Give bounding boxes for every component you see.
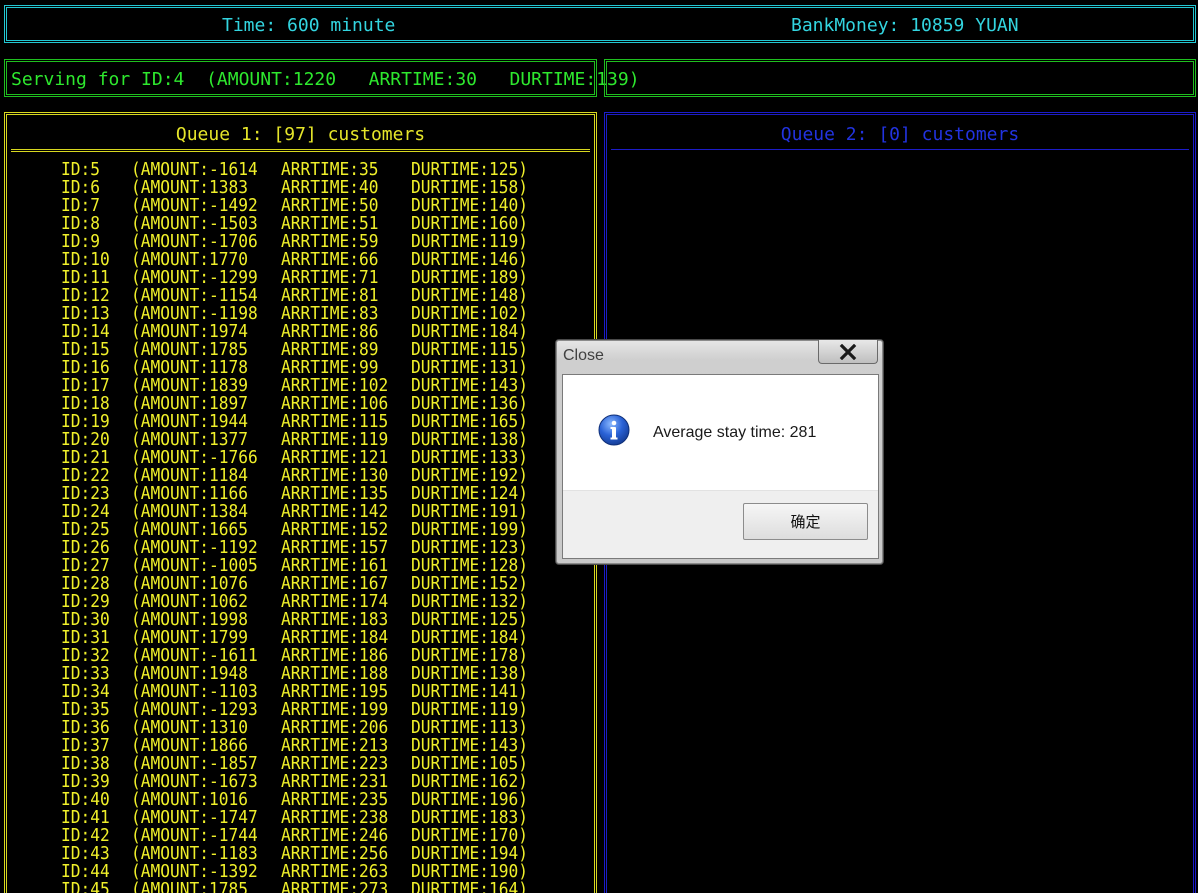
dialog-message: Average stay time: 281 bbox=[653, 424, 817, 441]
message-dialog: Close Average stay time: 281 确定 bbox=[555, 339, 884, 565]
dialog-title: Close bbox=[563, 347, 604, 364]
queue-1-list: ID:5 (AMOUNT:-1614 ARRTIME:35 DURTIME:125) I… bbox=[61, 161, 541, 893]
queue-2-divider bbox=[611, 149, 1189, 152]
ok-button[interactable]: 确定 bbox=[743, 503, 868, 540]
queue-1-divider bbox=[11, 149, 590, 152]
serving-window-2-inner bbox=[606, 61, 1194, 95]
bank-money-readout: BankMoney: 10859 YUAN bbox=[791, 15, 1019, 36]
queue-1-row: ID:45 (AMOUNT:1785 ARRTIME:273 DURTIME:164) bbox=[61, 881, 541, 893]
serving-window-1: Serving for ID:4 (AMOUNT:1220 ARRTIME:30… bbox=[4, 59, 640, 97]
dialog-body: Average stay time: 281 确定 bbox=[562, 374, 879, 559]
time-readout: Time: 600 minute bbox=[222, 15, 396, 36]
status-bar: Time: 600 minute BankMoney: 10859 YUAN bbox=[4, 5, 1196, 43]
info-icon bbox=[598, 414, 630, 446]
serving-customer-text: Serving for ID:4 (AMOUNT:1220 ARRTIME:30… bbox=[11, 69, 640, 90]
customer-id: ID:45 bbox=[61, 879, 110, 893]
serving-window-2 bbox=[604, 59, 1196, 97]
close-icon bbox=[839, 343, 857, 360]
queue-1-title: Queue 1: [97] customers bbox=[175, 124, 426, 145]
queue-1-panel: Queue 1: [97] customers ID:5 (AMOUNT:-161… bbox=[4, 112, 597, 893]
customer-arrtime: ARRTIME:273 bbox=[281, 879, 389, 893]
queue-1-inner: Queue 1: [97] customers ID:5 (AMOUNT:-161… bbox=[6, 114, 595, 893]
queue-2-title: Queue 2: [0] customers bbox=[780, 124, 1020, 145]
dialog-footer: 确定 bbox=[563, 490, 878, 558]
dialog-close-button[interactable] bbox=[818, 340, 878, 364]
customer-amount: (AMOUNT:1785 bbox=[131, 879, 249, 893]
serving-window-1-inner: Serving for ID:4 (AMOUNT:1220 ARRTIME:30… bbox=[6, 61, 640, 95]
customer-durtime: DURTIME:164) bbox=[411, 879, 529, 893]
status-bar-inner: Time: 600 minute BankMoney: 10859 YUAN bbox=[6, 7, 1194, 41]
